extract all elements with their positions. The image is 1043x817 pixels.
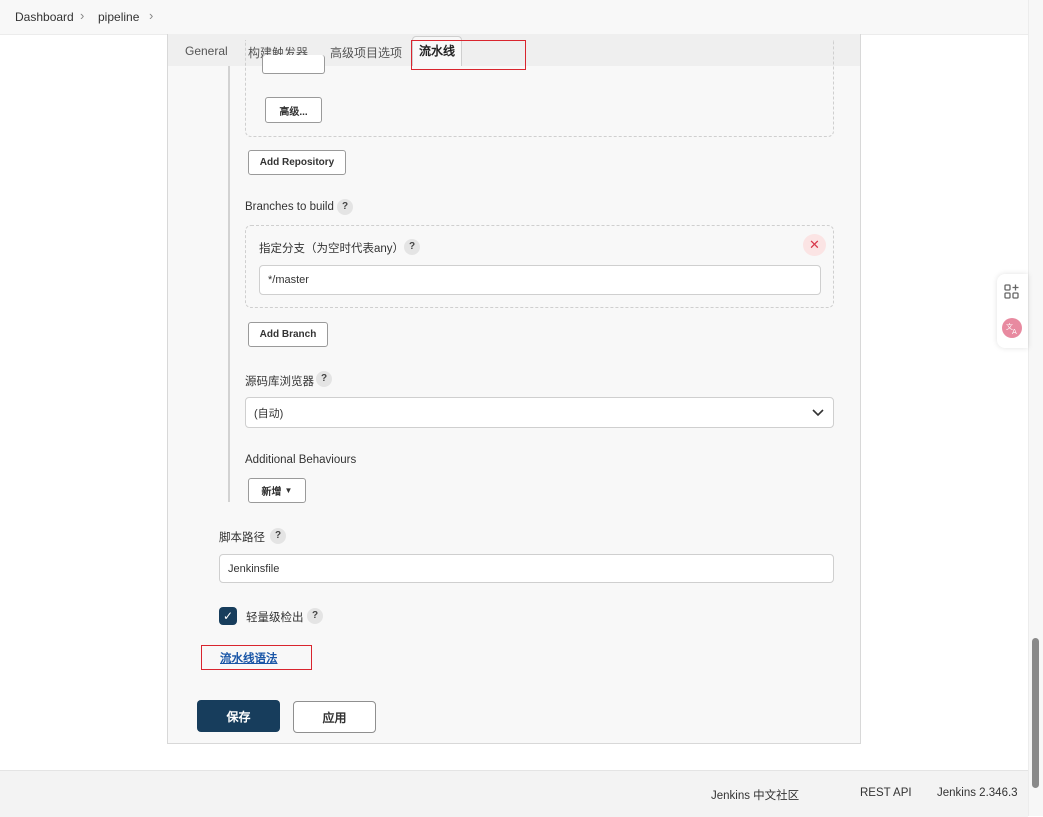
add-behaviour-dropdown[interactable]: 新增 ▼ xyxy=(248,478,306,503)
help-icon[interactable]: ? xyxy=(307,608,323,624)
branch-specifier-label: 指定分支（为空时代表any） xyxy=(259,243,405,255)
repository-box xyxy=(245,40,834,137)
scrollbar-thumb[interactable] xyxy=(1032,638,1039,788)
breadcrumb-dashboard[interactable]: Dashboard xyxy=(15,10,74,24)
caret-down-icon: ▼ xyxy=(284,486,293,495)
tab-general[interactable]: General xyxy=(185,44,228,58)
footer-community-link[interactable]: Jenkins 中文社区 xyxy=(711,787,799,803)
config-panel xyxy=(167,34,861,744)
check-icon: ✓ xyxy=(222,609,234,623)
save-button[interactable]: 保存 xyxy=(197,700,280,732)
footer-version[interactable]: Jenkins 2.346.3 xyxy=(937,787,1018,799)
branch-specifier-input[interactable]: */master xyxy=(259,265,821,295)
repo-browser-label: 源码库浏览器 xyxy=(245,376,314,388)
translate-icon[interactable]: 文 A xyxy=(1001,317,1023,339)
apply-button[interactable]: 应用 xyxy=(293,701,376,733)
help-icon[interactable]: ? xyxy=(337,199,353,215)
footer-rest-api-link[interactable]: REST API xyxy=(860,787,912,799)
help-icon[interactable]: ? xyxy=(270,528,286,544)
repo-browser-select[interactable]: (自动) xyxy=(245,397,834,428)
section-indent-line xyxy=(228,66,230,502)
hidden-button[interactable] xyxy=(262,55,325,74)
script-path-input[interactable]: Jenkinsfile xyxy=(219,554,834,583)
svg-text:A: A xyxy=(1012,328,1017,336)
branches-label: Branches to build xyxy=(245,201,334,213)
add-branch-button[interactable]: Add Branch xyxy=(248,322,328,347)
breadcrumb-pipeline[interactable]: pipeline xyxy=(98,10,139,24)
lightweight-checkout-label: 轻量级检出 xyxy=(246,612,304,624)
help-icon[interactable]: ? xyxy=(404,239,420,255)
add-repository-button[interactable]: Add Repository xyxy=(248,150,346,175)
repo-browser-value: (自动) xyxy=(254,407,284,420)
chevron-right-icon[interactable]: › xyxy=(149,8,153,23)
apps-add-icon[interactable] xyxy=(1003,283,1021,301)
advanced-button[interactable]: 高级... xyxy=(265,97,322,123)
lightweight-checkout-checkbox[interactable]: ✓ xyxy=(219,607,237,625)
script-path-label: 脚本路径 xyxy=(219,532,265,544)
chevron-right-icon: › xyxy=(80,8,85,23)
help-icon[interactable]: ? xyxy=(316,371,332,387)
close-icon[interactable]: ✕ xyxy=(803,234,826,256)
highlight-box-link xyxy=(201,645,312,670)
additional-behaviours-label: Additional Behaviours xyxy=(245,454,357,466)
chevron-down-icon xyxy=(812,409,824,417)
floating-toolbar: 文 A xyxy=(997,274,1028,348)
breadcrumb: Dashboard › pipeline › xyxy=(0,0,1028,35)
add-behaviour-label: 新增 xyxy=(261,487,282,498)
